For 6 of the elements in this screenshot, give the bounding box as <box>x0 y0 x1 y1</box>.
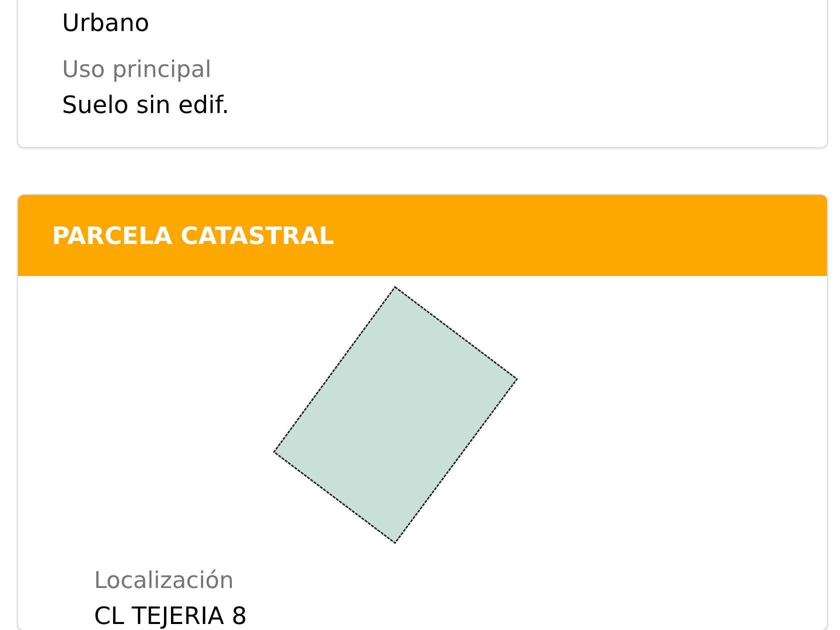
field-value: Urbano <box>62 9 150 37</box>
field-value: Suelo sin edif. <box>62 91 230 119</box>
card-header: PARCELA CATASTRAL <box>18 195 827 276</box>
field-label: Uso principal <box>62 57 212 83</box>
field-label: Localización <box>94 568 235 594</box>
field-value: CL TEJERIA 8 <box>94 602 248 630</box>
